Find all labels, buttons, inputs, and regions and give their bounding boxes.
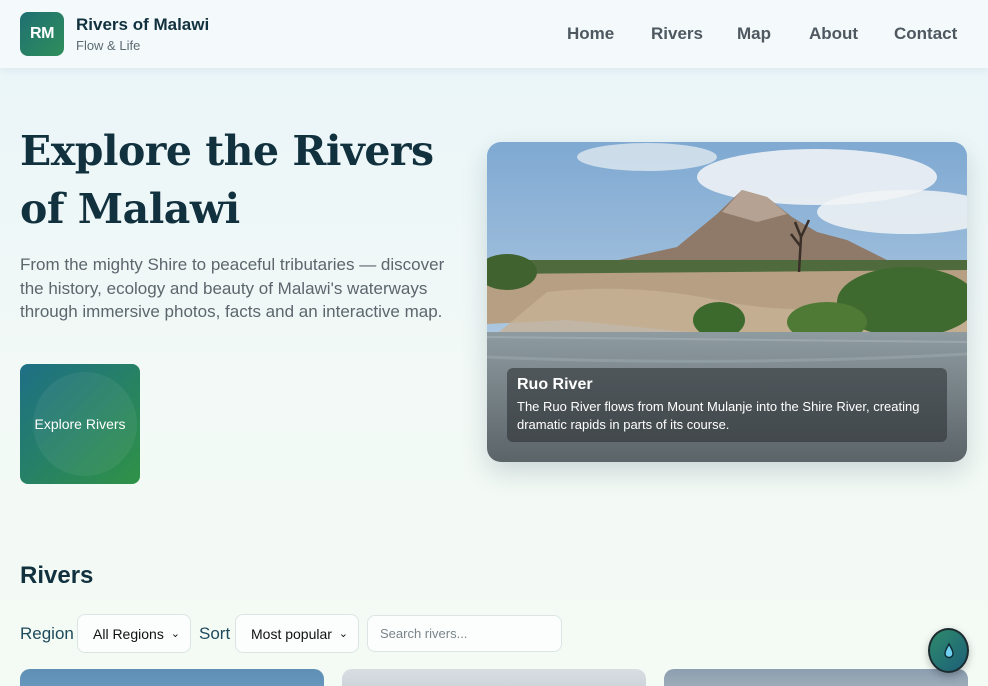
hero-title: Explore the Rivers of Malawi	[20, 127, 434, 233]
river-card[interactable]	[664, 669, 968, 686]
sort-select[interactable]: Most popular ⌄	[235, 614, 359, 653]
water-drop-button[interactable]	[928, 628, 969, 673]
nav-rivers[interactable]: Rivers	[651, 24, 703, 44]
sort-select-value: Most popular	[251, 625, 332, 642]
rivers-section-title: Rivers	[20, 562, 94, 589]
nav-about[interactable]: About	[809, 24, 858, 44]
nav-contact[interactable]: Contact	[894, 24, 957, 44]
region-label: Region	[20, 624, 74, 643]
nav-home-link[interactable]: Home	[567, 24, 614, 43]
nav-rivers-link[interactable]: Rivers	[651, 24, 703, 43]
river-card[interactable]	[342, 669, 646, 686]
featured-title: Ruo River	[517, 376, 593, 393]
featured-caption: Ruo River The Ruo River flows from Mount…	[507, 368, 947, 442]
search-rivers-input[interactable]: Search rivers...	[367, 615, 562, 652]
nav-contact-link[interactable]: Contact	[894, 24, 957, 43]
explore-rivers-label: Explore Rivers	[34, 416, 126, 432]
sort-label: Sort	[199, 624, 231, 643]
featured-river-card[interactable]: Ruo River The Ruo River flows from Mount…	[487, 142, 967, 462]
nav-about-link[interactable]: About	[809, 24, 858, 43]
hero-description: From the mighty Shire to peaceful tribut…	[20, 255, 445, 321]
site-header: RM Rivers of Malawi Flow & Life Home Riv…	[0, 0, 988, 68]
logo-badge[interactable]: RM	[20, 12, 64, 56]
water-drop-icon	[943, 641, 954, 658]
brand-title[interactable]: Rivers of Malawi	[76, 15, 209, 35]
chevron-down-icon: ⌄	[170, 628, 180, 640]
nav-home[interactable]: Home	[567, 24, 614, 44]
chevron-down-icon: ⌄	[338, 628, 348, 640]
brand-subtitle: Flow & Life	[76, 38, 141, 53]
region-select-value: All Regions	[93, 625, 164, 642]
nav-map[interactable]: Map	[737, 24, 771, 44]
river-card[interactable]	[20, 669, 324, 686]
region-select[interactable]: All Regions ⌄	[77, 614, 191, 653]
search-placeholder: Search rivers...	[380, 626, 468, 641]
featured-text: The Ruo River flows from Mount Mulanje i…	[517, 399, 920, 432]
nav-map-link[interactable]: Map	[737, 24, 771, 43]
explore-rivers-button[interactable]: Explore Rivers	[20, 364, 140, 484]
